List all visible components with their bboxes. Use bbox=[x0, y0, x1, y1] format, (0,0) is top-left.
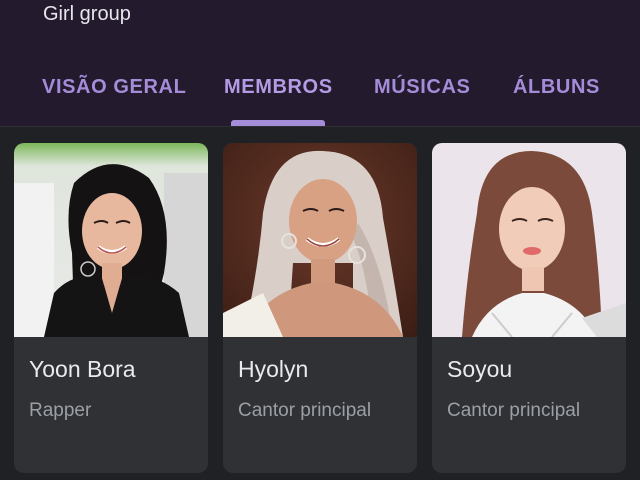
member-name: Hyolyn bbox=[238, 356, 309, 382]
tab-visao-geral[interactable]: VISÃO GERAL bbox=[42, 74, 186, 100]
entity-subtitle: Girl group bbox=[43, 3, 131, 25]
member-photo bbox=[432, 143, 626, 337]
member-role: Cantor principal bbox=[447, 400, 581, 421]
member-name: Yoon Bora bbox=[29, 356, 136, 382]
member-card-hyolyn[interactable]: Hyolyn Cantor principal bbox=[223, 143, 417, 473]
tab-membros[interactable]: MEMBROS bbox=[224, 74, 333, 100]
tab-musicas[interactable]: MÚSICAS bbox=[374, 74, 470, 100]
member-photo bbox=[14, 143, 208, 337]
member-name: Soyou bbox=[447, 356, 513, 382]
member-card-yoon-bora[interactable]: Yoon Bora Rapper bbox=[14, 143, 208, 473]
member-role: Cantor principal bbox=[238, 400, 372, 421]
member-photo bbox=[223, 143, 417, 337]
header: Girl group VISÃO GERAL MEMBROS MÚSICAS Á… bbox=[0, 0, 640, 126]
tab-albuns[interactable]: ÁLBUNS bbox=[513, 74, 600, 100]
tab-bar: VISÃO GERAL MEMBROS MÚSICAS ÁLBUNS bbox=[0, 62, 640, 126]
member-card-soyou[interactable]: Soyou Cantor principal bbox=[432, 143, 626, 473]
member-role: Rapper bbox=[29, 400, 92, 421]
members-carousel: Yoon Bora Rapper Hyolyn Cantor principal… bbox=[0, 127, 640, 480]
